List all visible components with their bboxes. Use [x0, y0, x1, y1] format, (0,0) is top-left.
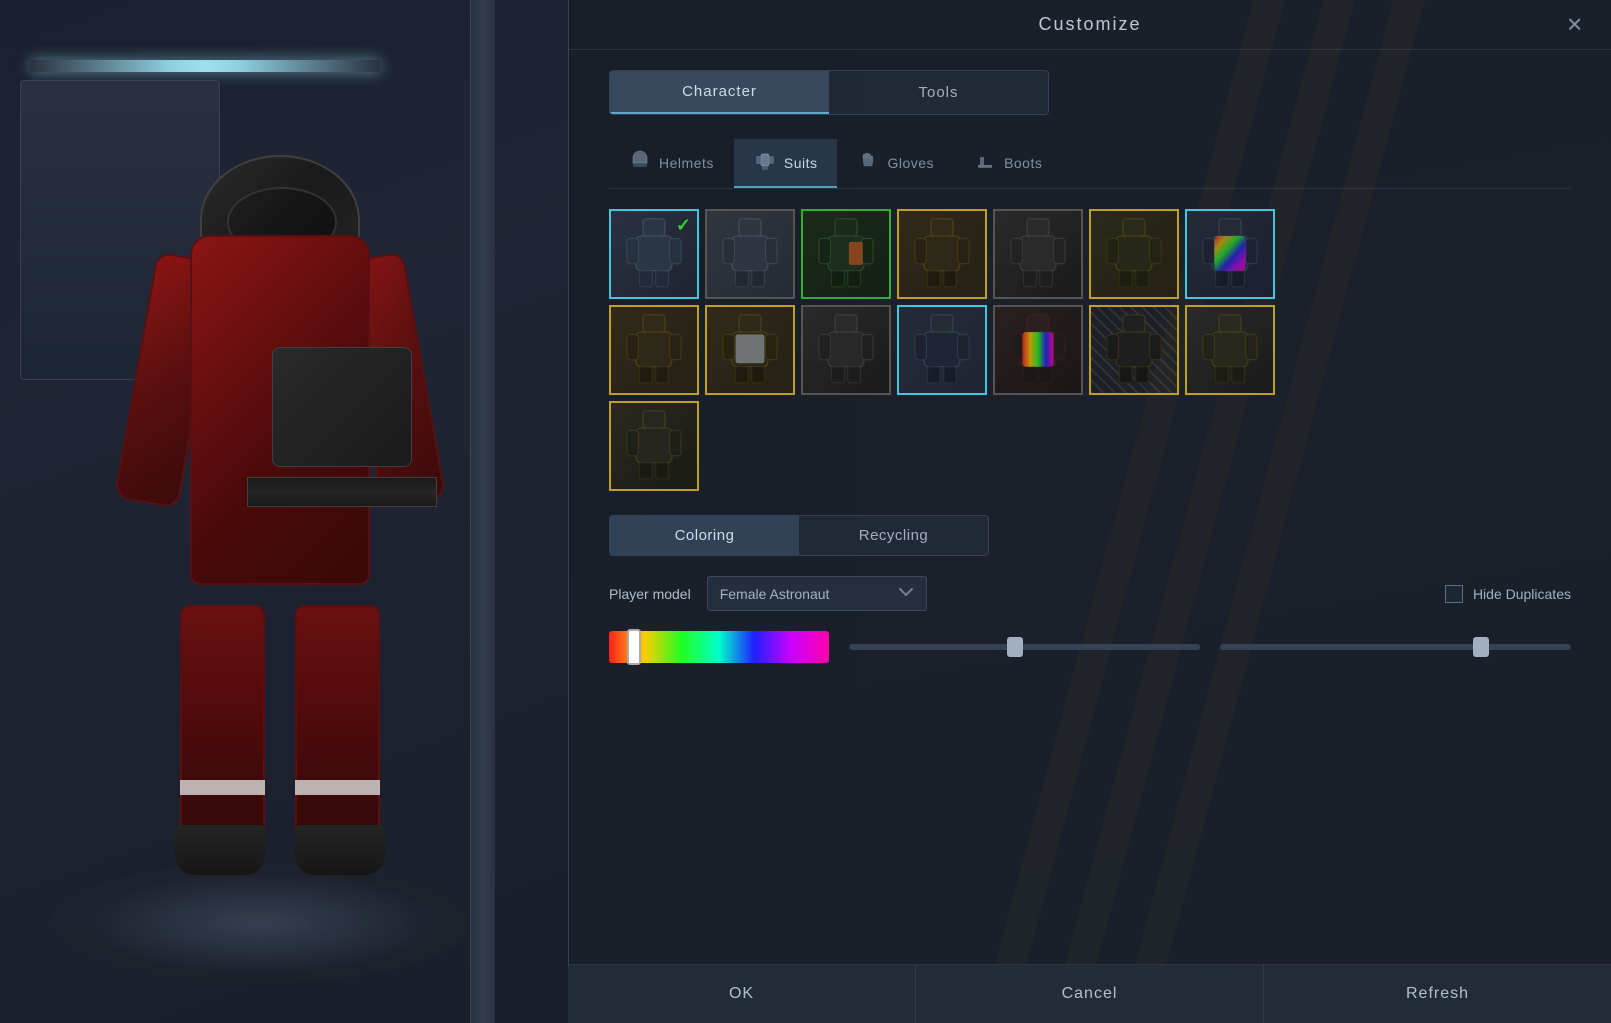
ui-panel: Customize ✕ Character Tools Helmets [568, 0, 1611, 1023]
item-cell-1[interactable]: ✓ [609, 209, 699, 299]
brightness-slider-thumb[interactable] [1473, 637, 1489, 657]
suit-boot-left [175, 825, 265, 875]
bottom-tabs: Coloring Recycling [609, 515, 989, 556]
item-cell-4[interactable] [897, 209, 987, 299]
gloves-icon [857, 149, 879, 176]
suit-chest [272, 347, 412, 467]
item-cell-6[interactable] [1089, 209, 1179, 299]
saturation-slider[interactable] [849, 644, 1200, 650]
cancel-button[interactable]: Cancel [916, 965, 1264, 1023]
tab-boots[interactable]: Boots [954, 139, 1062, 188]
boots-icon [974, 149, 996, 176]
character-figure [130, 155, 430, 875]
boots-label: Boots [1004, 155, 1042, 171]
color-sliders-row [609, 631, 1571, 663]
tab-helmets[interactable]: Helmets [609, 139, 734, 188]
item-grid: ✓ [609, 209, 1571, 491]
suit-body [190, 235, 370, 585]
item-cell-3[interactable] [801, 209, 891, 299]
helmets-label: Helmets [659, 155, 714, 171]
item-cell-10[interactable] [801, 305, 891, 395]
tab-suits[interactable]: Suits [734, 139, 838, 188]
hide-duplicates-label: Hide Duplicates [1473, 586, 1571, 602]
refresh-button[interactable]: Refresh [1264, 965, 1611, 1023]
item-cell-14[interactable] [1185, 305, 1275, 395]
character-container [50, 100, 510, 930]
item-cell-12[interactable] [993, 305, 1083, 395]
player-model-select[interactable]: Female Astronaut [707, 576, 927, 611]
hue-slider[interactable] [609, 631, 829, 663]
hide-duplicates-row: Hide Duplicates [1445, 585, 1571, 603]
chevron-down-icon [898, 585, 914, 602]
item-cell-8[interactable] [609, 305, 699, 395]
item-cell-11[interactable] [897, 305, 987, 395]
player-model-row: Player model Female Astronaut Hide Dupli… [609, 576, 1571, 611]
tab-coloring[interactable]: Coloring [610, 516, 799, 555]
suit-stripe-right [295, 780, 380, 795]
hue-slider-thumb[interactable] [627, 629, 641, 665]
ok-button[interactable]: OK [568, 965, 916, 1023]
suits-icon [754, 149, 776, 176]
item-cell-13[interactable] [1089, 305, 1179, 395]
item-cell-7[interactable] [1185, 209, 1275, 299]
suit-stripe-left [180, 780, 265, 795]
room-light-strip [30, 60, 380, 72]
panel-title: Customize [1038, 14, 1141, 35]
suit-belt [247, 477, 437, 507]
panel-header: Customize ✕ [569, 0, 1611, 50]
suits-label: Suits [784, 155, 818, 171]
close-button[interactable]: ✕ [1558, 8, 1591, 41]
gloves-label: Gloves [887, 155, 934, 171]
panel-content: Character Tools Helmets [569, 50, 1611, 713]
main-tabs: Character Tools [609, 70, 1049, 115]
tab-gloves[interactable]: Gloves [837, 139, 954, 188]
tab-tools[interactable]: Tools [829, 71, 1048, 114]
equip-tabs: Helmets Suits [609, 139, 1571, 189]
player-model-value: Female Astronaut [720, 586, 890, 602]
player-model-label: Player model [609, 586, 691, 602]
item-cell-2[interactable] [705, 209, 795, 299]
saturation-slider-thumb[interactable] [1007, 637, 1023, 657]
action-buttons: OK Cancel Refresh [568, 964, 1611, 1023]
item-cell-9[interactable] [705, 305, 795, 395]
tab-recycling[interactable]: Recycling [799, 516, 988, 555]
brightness-slider[interactable] [1220, 644, 1571, 650]
helmets-icon [629, 149, 651, 176]
suit-boot-right [295, 825, 385, 875]
tab-character[interactable]: Character [610, 71, 829, 114]
item-cell-5[interactable] [993, 209, 1083, 299]
item-cell-15[interactable] [609, 401, 699, 491]
hide-duplicates-checkbox[interactable] [1445, 585, 1463, 603]
